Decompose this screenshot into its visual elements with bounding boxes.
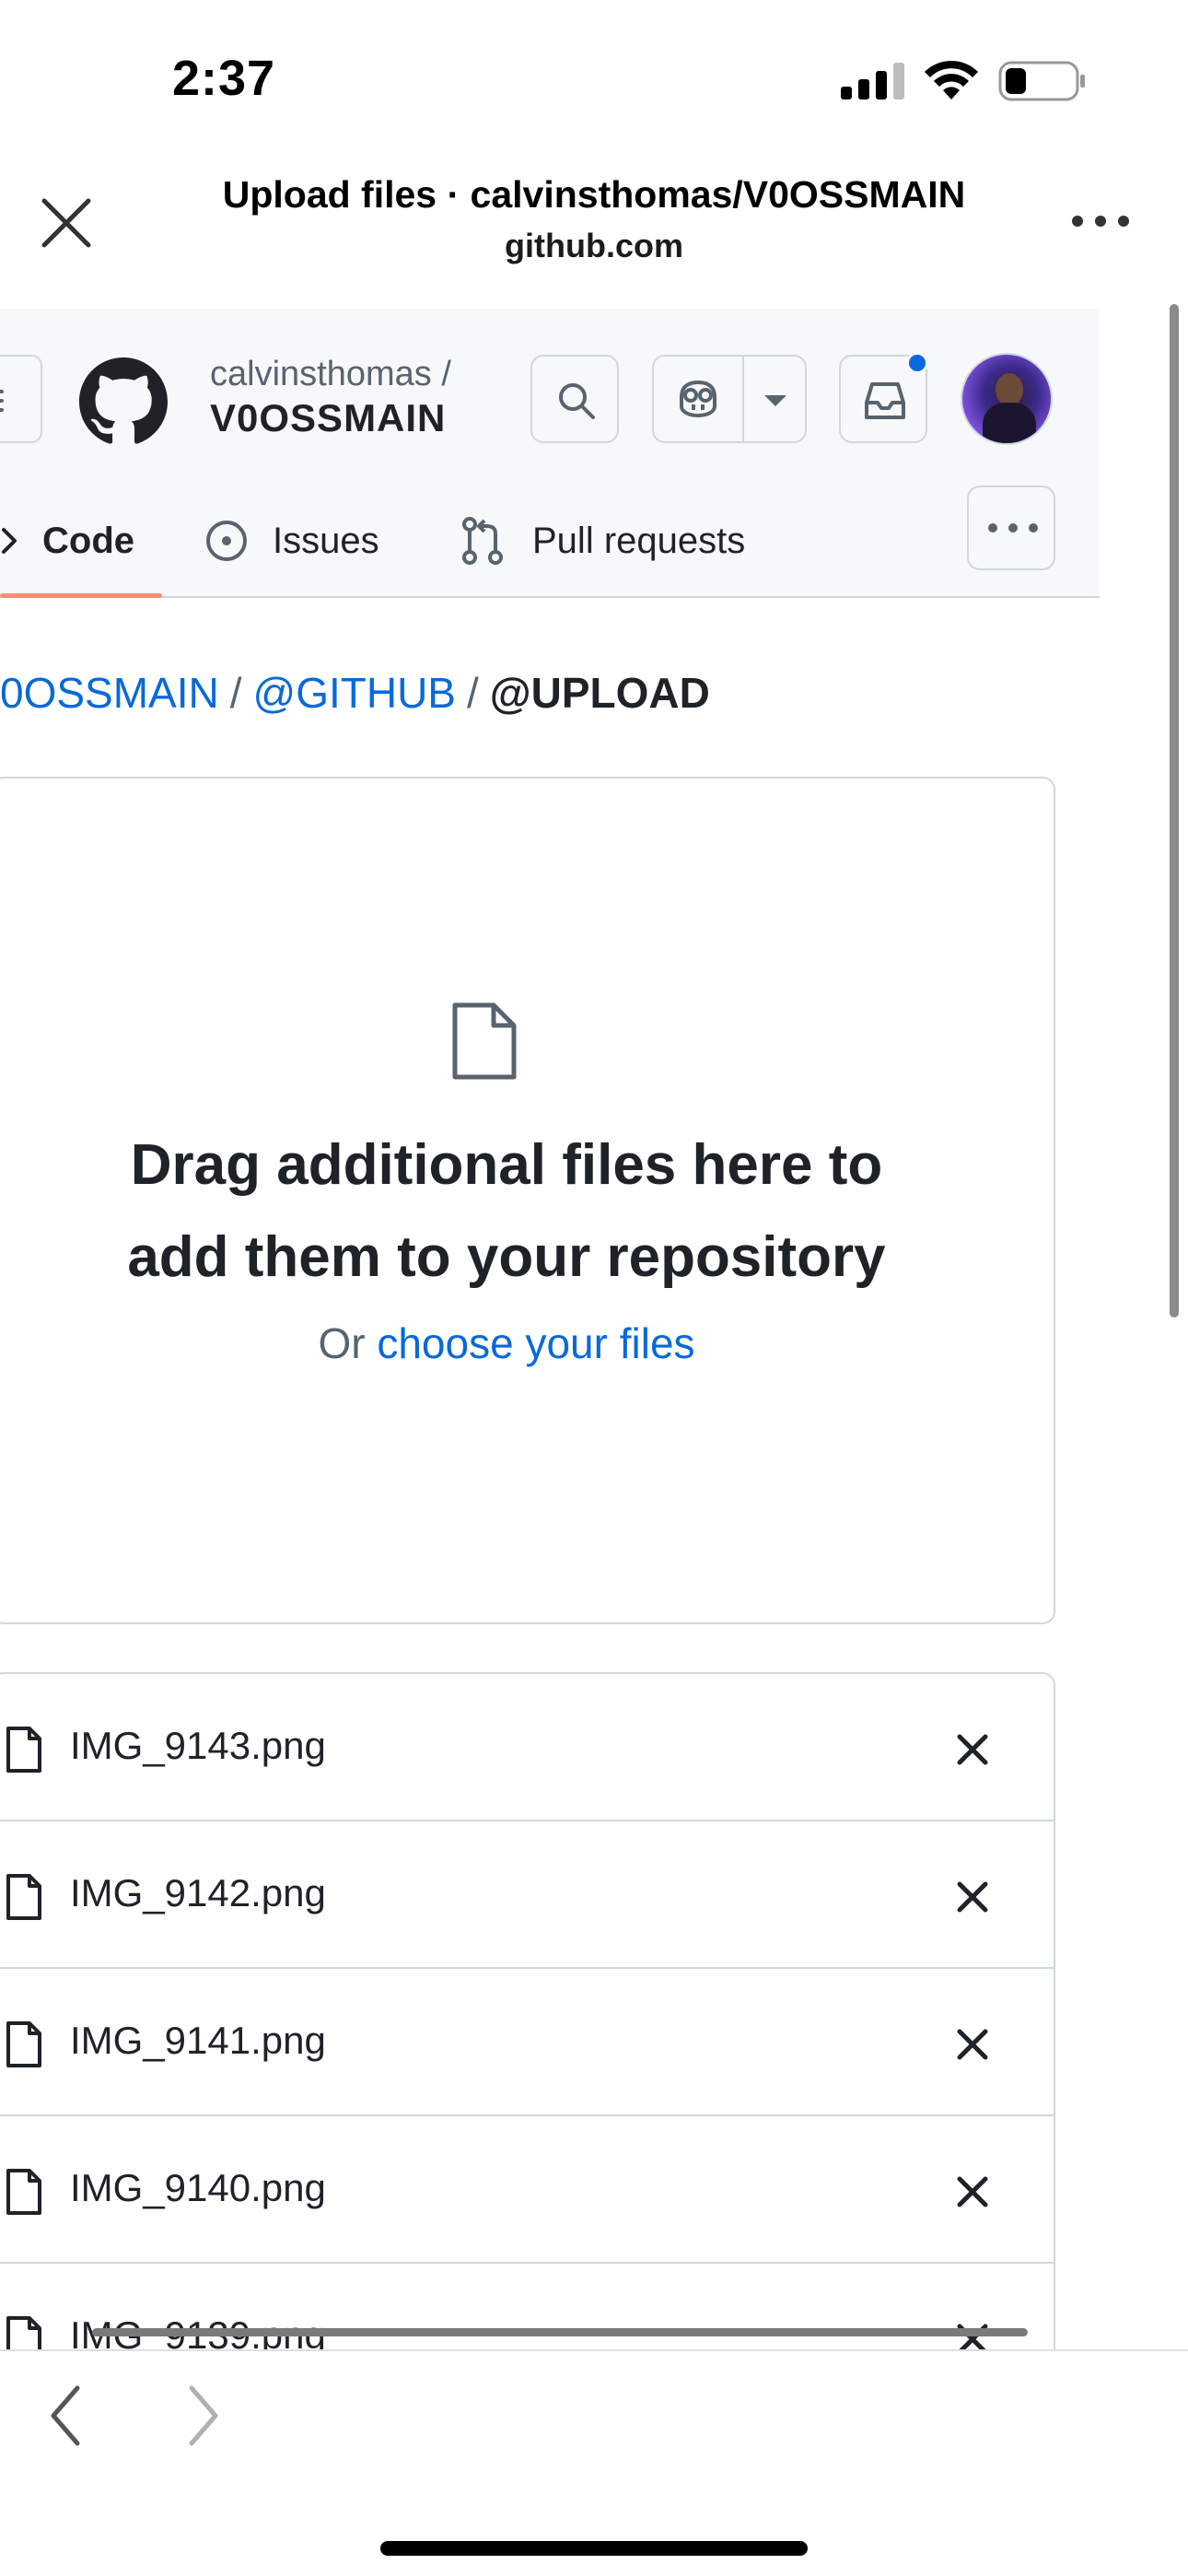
dropzone-title: Drag additional files here to add them t… [0, 1119, 1020, 1304]
remove-file-icon[interactable] [954, 2173, 991, 2210]
repo-tabs: Code Issues Pull requests [0, 484, 1100, 598]
avatar[interactable] [961, 353, 1053, 445]
tab-selected-underline [0, 593, 162, 598]
copilot-divider [742, 357, 744, 441]
web-content: calvinsthomas / V0OSSMAIN Code Issues Pu… [0, 309, 1100, 2349]
menu-button[interactable] [0, 355, 42, 443]
copilot-icon [680, 380, 716, 418]
file-row: IMG_9140.png [0, 2116, 1054, 2264]
file-row: IMG_9142.png [0, 1821, 1054, 1969]
breadcrumb-repo[interactable]: 0OSSMAIN [0, 669, 219, 717]
breadcrumb-separator: / [229, 669, 242, 717]
repo-header: calvinsthomas / V0OSSMAIN Code Issues Pu… [0, 309, 1100, 598]
status-bar: 2:37 [0, 0, 1188, 161]
file-list: IMG_9143.png IMG_9142.png IMG_9141.png I… [0, 1672, 1055, 2349]
cellular-signal-icon [841, 63, 904, 100]
home-indicator[interactable] [380, 2541, 808, 2556]
battery-icon [998, 61, 1085, 101]
file-name: IMG_9140.png [70, 2166, 326, 2209]
breadcrumb-separator: / [467, 669, 479, 717]
file-icon [6, 2316, 41, 2349]
repo-owner[interactable]: calvinsthomas / [210, 355, 451, 394]
page-title: Upload files · calvinsthomas/V0OSSMAIN [222, 173, 966, 216]
chevron-right-icon [2, 528, 17, 554]
avatar-face [996, 373, 1023, 406]
forward-icon[interactable] [181, 2381, 227, 2451]
tab-code-label: Code [42, 520, 134, 561]
file-name: IMG_9142.png [70, 1871, 326, 1914]
github-logo[interactable] [79, 357, 168, 446]
breadcrumb-folder[interactable]: @GITHUB [253, 669, 456, 717]
notification-dot [906, 352, 928, 374]
dropzone-title-line2: add them to your repository [127, 1225, 886, 1289]
file-name: IMG_9143.png [70, 1724, 326, 1767]
pull-request-icon [462, 517, 503, 565]
more-horizontal-icon [988, 523, 1038, 533]
tab-issues-label: Issues [273, 520, 379, 561]
file-row: IMG_9141.png [0, 1969, 1054, 2116]
tabs-more-button[interactable] [967, 486, 1055, 570]
breadcrumb-current: @UPLOAD [489, 669, 710, 717]
file-icon [6, 2021, 41, 2067]
copilot-button[interactable] [652, 355, 807, 443]
dropzone-title-line1: Drag additional files here to [130, 1133, 883, 1197]
search-icon [559, 383, 595, 419]
file-dropzone[interactable]: Drag additional files here to add them t… [0, 777, 1055, 1624]
file-icon [452, 1002, 517, 1080]
inbox-icon [865, 382, 905, 419]
vertical-scrollbar[interactable] [1170, 304, 1179, 1317]
file-icon [6, 1874, 41, 1920]
remove-file-icon[interactable] [954, 2026, 991, 2063]
issue-icon [206, 521, 247, 561]
file-row: IMG_9139.png [0, 2264, 1054, 2349]
close-icon[interactable] [37, 193, 96, 252]
page-domain: github.com [505, 227, 683, 264]
dropdown-icon[interactable] [763, 393, 788, 408]
choose-files-link[interactable]: choose your files [377, 1319, 694, 1367]
wifi-icon [925, 60, 978, 100]
dropzone-or: Or [318, 1319, 366, 1367]
menu-icon [0, 390, 4, 393]
repo-name[interactable]: V0OSSMAIN [210, 396, 446, 440]
file-name: IMG_9141.png [70, 2019, 326, 2062]
remove-file-icon[interactable] [954, 1879, 991, 1915]
breadcrumb: 0OSSMAIN / @GITHUB / @UPLOAD [0, 668, 710, 718]
search-button[interactable] [530, 355, 619, 443]
menu-icon-line [0, 399, 4, 403]
horizontal-scrollbar[interactable] [92, 2328, 1028, 2336]
file-icon [6, 1727, 41, 1773]
tab-pull-requests[interactable]: Pull requests [460, 484, 745, 598]
menu-icon-line [0, 408, 4, 412]
status-time: 2:37 [172, 51, 276, 106]
avatar-body [983, 403, 1036, 443]
dropzone-subtitle: Or choose your files [0, 1318, 1020, 1368]
back-icon[interactable] [42, 2381, 88, 2451]
tab-code[interactable]: Code [0, 484, 162, 598]
tab-pull-requests-label: Pull requests [532, 520, 746, 561]
tab-issues[interactable]: Issues [204, 484, 379, 598]
remove-file-icon[interactable] [954, 1731, 991, 1768]
file-icon [6, 2169, 41, 2215]
more-icon[interactable] [1068, 198, 1133, 244]
file-row: IMG_9143.png [0, 1674, 1054, 1821]
